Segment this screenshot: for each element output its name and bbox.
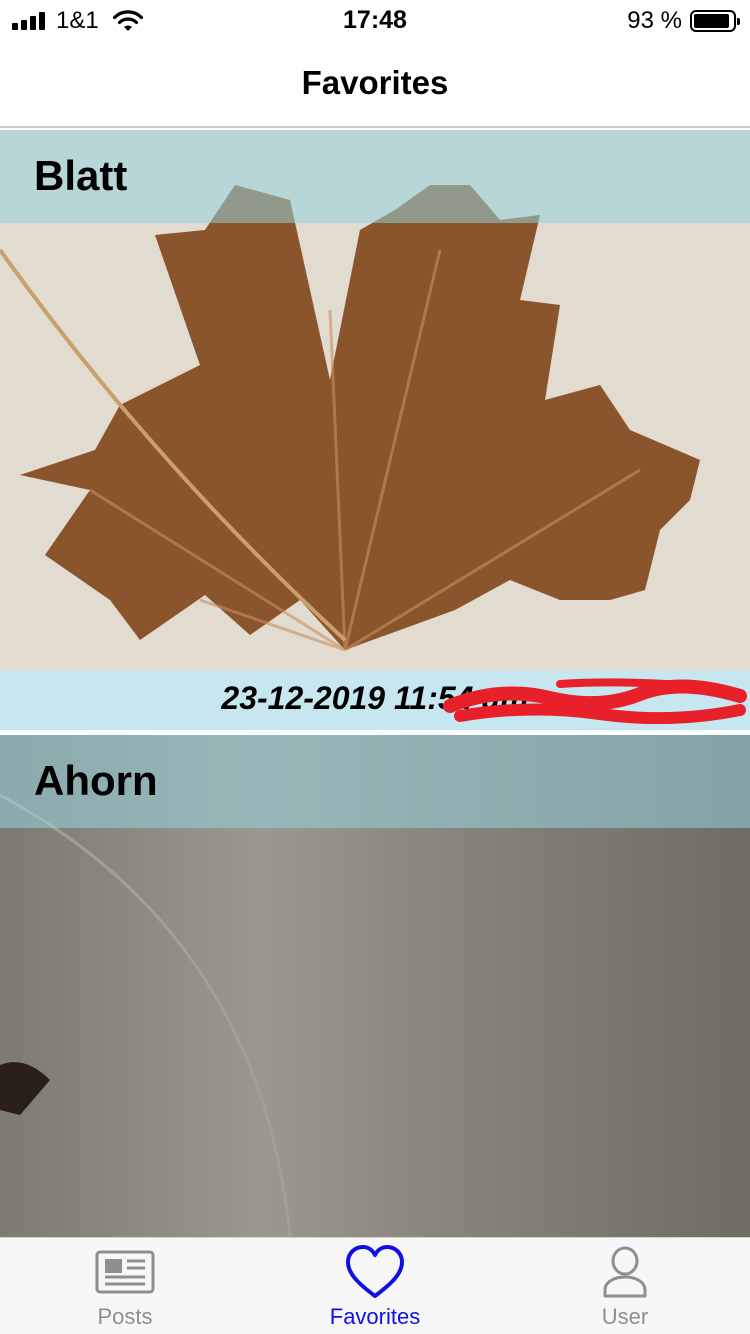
tab-posts[interactable]: Posts <box>0 1238 250 1334</box>
card-title: Ahorn <box>34 757 158 804</box>
tab-bar: Posts Favorites User <box>0 1237 750 1334</box>
navigation-bar: Favorites <box>0 42 750 128</box>
card-footer: 23-12-2019 11:54 am <box>0 670 750 730</box>
page-title: Favorites <box>301 64 449 101</box>
card-title: Blatt <box>34 152 128 199</box>
battery-fill <box>694 14 729 28</box>
favorite-card[interactable]: Ahorn <box>0 735 750 1237</box>
heart-icon <box>346 1245 404 1298</box>
tab-label: Posts <box>97 1304 153 1329</box>
battery-percent: 93 % <box>627 7 682 34</box>
status-bar: 1&1 17:48 93 % <box>0 0 750 42</box>
card-header: Blatt <box>0 130 750 223</box>
battery-cap <box>737 18 740 25</box>
redaction-scribble <box>443 678 747 724</box>
tab-label: User <box>601 1304 649 1329</box>
tab-favorites[interactable]: Favorites <box>250 1238 500 1334</box>
battery-icon <box>690 10 740 32</box>
newspaper-icon <box>95 1250 155 1294</box>
favorite-card[interactable]: Blatt 23-12-2019 11:54 am <box>0 130 750 730</box>
status-right: 93 % <box>627 7 740 34</box>
user-icon <box>603 1246 647 1298</box>
tab-user[interactable]: User <box>500 1238 750 1334</box>
card-header: Ahorn <box>0 735 750 828</box>
tab-label: Favorites <box>329 1304 421 1329</box>
